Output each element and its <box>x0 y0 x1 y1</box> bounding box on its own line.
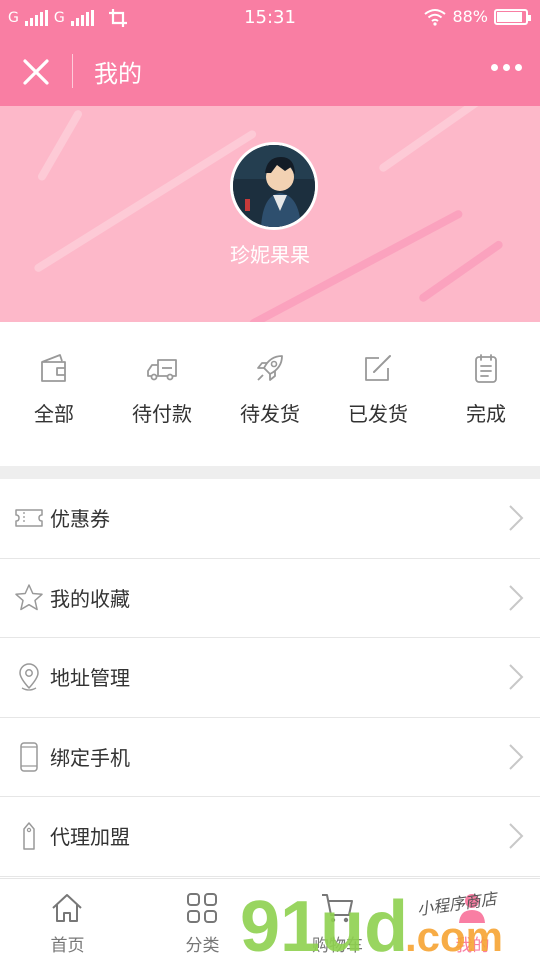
tab-home[interactable]: 首页 <box>0 879 135 960</box>
menu-favorites-label: 我的收藏 <box>50 586 130 611</box>
truck-icon <box>147 359 177 381</box>
user-icon <box>459 894 485 923</box>
tab-home-label: 首页 <box>50 936 85 956</box>
status-bar: G G 15:31 88% <box>0 0 540 36</box>
chevron-right-icon <box>509 505 524 531</box>
order-complete[interactable]: 完成 <box>432 322 540 466</box>
menu-bind-phone[interactable]: 绑定手机 <box>0 718 540 797</box>
order-all-label: 全部 <box>34 402 74 426</box>
rocket-icon <box>257 355 283 381</box>
menu-favorites[interactable]: 我的收藏 <box>0 559 540 638</box>
more-icon[interactable] <box>491 64 522 71</box>
menu-coupons[interactable]: 优惠券 <box>0 479 540 559</box>
chevron-right-icon <box>509 584 524 611</box>
battery-percent: 88% <box>452 7 488 26</box>
tab-mine-label: 我的 <box>455 936 490 956</box>
close-icon[interactable] <box>20 56 52 88</box>
menu-bind-phone-label: 绑定手机 <box>50 745 130 770</box>
tab-category-label: 分类 <box>185 936 220 956</box>
clipboard-icon <box>475 354 497 383</box>
banner-decoration <box>377 106 489 174</box>
tab-bar: 首页 分类 购物车 我的 <box>0 878 540 960</box>
page-title: 我的 <box>94 60 142 88</box>
battery-icon <box>494 8 531 25</box>
order-all[interactable]: 全部 <box>0 322 108 466</box>
tag-icon <box>23 822 35 850</box>
edit-icon <box>365 355 391 381</box>
profile-banner: 珍妮果果 <box>0 106 540 322</box>
title-bar: 我的 <box>0 36 540 106</box>
order-pending-payment-label: 待付款 <box>132 402 192 426</box>
grid-icon <box>187 893 217 923</box>
chevron-right-icon <box>509 664 524 690</box>
chevron-right-icon <box>509 743 524 770</box>
star-icon <box>15 583 43 610</box>
order-complete-label: 完成 <box>466 402 506 426</box>
username: 珍妮果果 <box>230 243 310 267</box>
menu-coupons-label: 优惠券 <box>50 507 110 531</box>
menu-agent[interactable]: 代理加盟 <box>0 797 540 877</box>
chevron-right-icon <box>509 823 524 849</box>
menu-address[interactable]: 地址管理 <box>0 638 540 718</box>
tab-cart-label: 购物车 <box>312 936 363 956</box>
phone-icon <box>20 741 38 772</box>
banner-decoration <box>36 108 84 182</box>
tab-cart[interactable]: 购物车 <box>270 879 405 960</box>
section-divider <box>0 466 540 479</box>
avatar[interactable] <box>230 142 318 230</box>
order-status-row: 全部 待付款 待发货 已发货 完成 <box>0 322 540 466</box>
menu-agent-label: 代理加盟 <box>50 825 130 849</box>
home-icon <box>52 894 82 922</box>
order-pending-shipment[interactable]: 待发货 <box>216 322 324 466</box>
order-shipped[interactable]: 已发货 <box>324 322 432 466</box>
ticket-icon <box>15 509 43 527</box>
order-pending-payment[interactable]: 待付款 <box>108 322 216 466</box>
menu-address-label: 地址管理 <box>50 666 130 690</box>
tab-mine[interactable]: 我的 <box>405 879 540 960</box>
wifi-icon <box>424 8 447 26</box>
avatar-image <box>233 145 315 227</box>
location-icon <box>19 663 39 691</box>
order-shipped-label: 已发货 <box>348 402 408 426</box>
wallet-icon <box>41 354 66 382</box>
title-divider <box>72 54 73 88</box>
cart-icon <box>322 894 353 923</box>
order-pending-shipment-label: 待发货 <box>240 402 300 426</box>
tab-category[interactable]: 分类 <box>135 879 270 960</box>
menu-list: 优惠券 我的收藏 地址管理 绑定手机 代理加盟 <box>0 479 540 877</box>
